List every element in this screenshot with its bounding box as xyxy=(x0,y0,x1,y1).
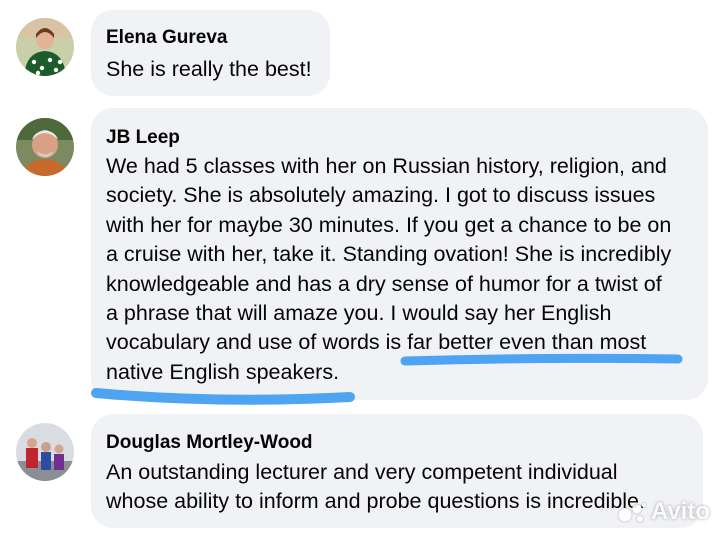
avatar-elena-gureva[interactable] xyxy=(16,18,74,76)
author-name[interactable]: Elena Gureva xyxy=(106,27,227,49)
author-name[interactable]: Douglas Mortley-Wood xyxy=(106,432,313,454)
comment-line: She is really the best! xyxy=(106,57,312,81)
comment-text: She is really the best! xyxy=(106,55,312,84)
comment-line: with her for maybe 30 minutes. If you ge… xyxy=(106,212,672,237)
comment-text: We had 5 classes with her on Russian his… xyxy=(106,152,671,387)
comment-text: An outstanding lecturer and very compete… xyxy=(106,458,645,517)
comment-bubble: Elena Gureva She is really the best! xyxy=(91,10,330,96)
comment-line: We had 5 classes with her on Russian his… xyxy=(106,154,667,178)
comment-line: knowledgeable and has a dry sense of hum… xyxy=(106,271,662,296)
avito-watermark: Avito xyxy=(617,498,710,526)
comment-bubble: JB Leep We had 5 classes with her on Rus… xyxy=(91,108,708,400)
comment-line: whose ability to inform and probe questi… xyxy=(106,489,645,514)
avatar-douglas-mortley-wood[interactable] xyxy=(16,423,74,481)
avatar-jb-leep[interactable] xyxy=(16,118,74,176)
avito-logo-icon xyxy=(617,502,647,523)
comment-line: vocabulary and use of words is far bette… xyxy=(106,330,647,355)
comment-line: native English speakers. xyxy=(106,359,340,384)
comment-line: a cruise with her, take it. Standing ova… xyxy=(106,242,672,267)
author-name[interactable]: JB Leep xyxy=(106,127,180,149)
comment-line: a phrase that will amaze you. I would sa… xyxy=(106,301,612,326)
comment-bubble: Douglas Mortley-Wood An outstanding lect… xyxy=(91,414,703,528)
comment-line: An outstanding lecturer and very compete… xyxy=(106,460,618,484)
comment-line: society. She is absolutely amazing. I go… xyxy=(106,183,656,208)
avito-watermark-text: Avito xyxy=(650,498,710,525)
